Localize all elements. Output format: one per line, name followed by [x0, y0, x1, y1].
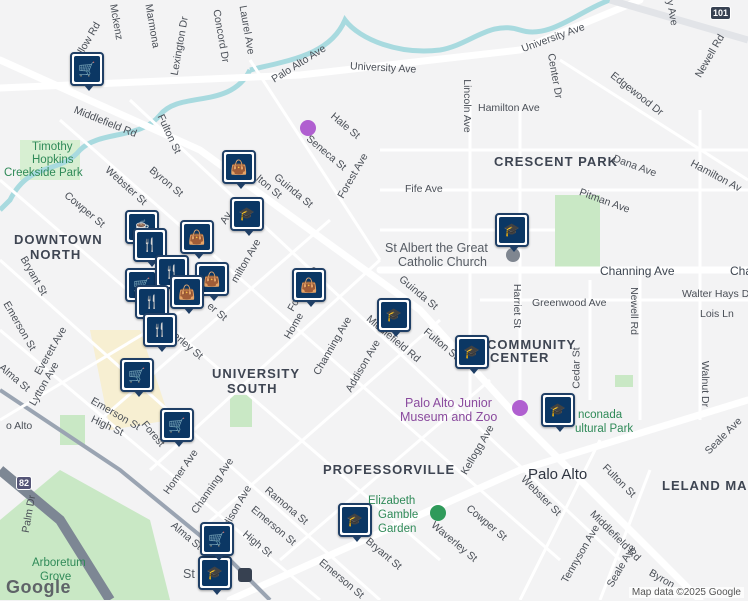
- museum-label: Museum and Zoo: [400, 410, 498, 424]
- street-label: Walnut Dr: [699, 360, 712, 408]
- graduation-cap-icon: 🎓: [346, 512, 364, 527]
- church-label: Catholic Church: [398, 255, 487, 269]
- shopping-bag-icon: 👜: [230, 158, 248, 175]
- graduation-cap-icon: 🎓: [463, 344, 481, 359]
- shopping-marker[interactable]: 👜: [292, 268, 326, 307]
- highway-shield: 101: [710, 6, 732, 20]
- street-label: Lincoln Ave: [460, 79, 473, 133]
- street-label: Harriet St: [511, 283, 524, 329]
- grocery-marker[interactable]: 🛒: [120, 358, 154, 397]
- neighborhood-label: CRESCENT PARK: [494, 154, 618, 169]
- street-label: Hamilton Ave: [478, 102, 540, 114]
- street-label: o Alto: [6, 420, 33, 432]
- street-label: Walter Hays D: [682, 288, 748, 300]
- school-marker[interactable]: 🎓: [495, 213, 529, 252]
- arboretum-label: Arboretum: [32, 557, 86, 569]
- neighborhood-label: NORTH: [30, 247, 82, 262]
- cart-icon: 🛒: [78, 60, 96, 77]
- street-label: Fife Ave: [405, 183, 443, 195]
- garden-label: Gamble: [378, 509, 419, 521]
- garden-label: Garden: [378, 523, 417, 535]
- cart-icon: 🛒: [168, 416, 186, 433]
- garden-label: Elizabeth: [368, 495, 416, 507]
- museum-icon[interactable]: [512, 400, 528, 416]
- cart-icon: 🛒: [208, 530, 226, 547]
- cart-icon: 🛒: [128, 366, 146, 383]
- neighborhood-label: CENTER: [490, 350, 550, 365]
- graduation-cap-icon: 🎓: [206, 565, 224, 580]
- park-label: ultural Park: [575, 423, 634, 435]
- graduation-cap-icon: 🎓: [503, 222, 521, 237]
- school-marker[interactable]: 🎓: [338, 503, 372, 542]
- shopping-marker[interactable]: 👜: [180, 220, 214, 259]
- restaurant-marker[interactable]: 🍴: [143, 313, 177, 352]
- church-label: St Albert the Great: [385, 241, 488, 255]
- train-icon[interactable]: [238, 568, 252, 582]
- grocery-marker[interactable]: 🛒: [200, 522, 234, 561]
- school-marker[interactable]: 🎓: [541, 393, 575, 432]
- shopping-bag-icon: 👜: [203, 270, 221, 287]
- park-area: [555, 195, 600, 270]
- city-label: Palo Alto: [528, 466, 588, 483]
- shopping-marker[interactable]: 👜: [222, 150, 256, 189]
- neighborhood-label: DOWNTOWN: [14, 232, 103, 247]
- graduation-cap-icon: 🎓: [238, 206, 256, 221]
- shopping-bag-icon: 👜: [188, 228, 206, 245]
- park-label: Creekside Park: [4, 167, 83, 179]
- fork-knife-icon: 🍴: [143, 294, 161, 309]
- park-label: Timothy: [32, 141, 73, 153]
- street-label: Cha: [730, 264, 748, 278]
- street-label: Cedar St: [570, 347, 583, 389]
- neighborhood-label: LELAND MAN: [662, 478, 748, 493]
- fork-knife-icon: 🍴: [151, 322, 169, 337]
- street-label: Newell Rd: [627, 287, 640, 335]
- grocery-marker[interactable]: 🛒: [70, 52, 104, 91]
- street-label: Greenwood Ave: [532, 297, 607, 309]
- park-label: Hopkins: [32, 154, 74, 166]
- shopping-marker[interactable]: 👜: [170, 275, 204, 314]
- street-label: Lois Ln: [700, 308, 734, 320]
- school-marker[interactable]: 🎓: [198, 556, 232, 595]
- park-label: nconada: [578, 409, 623, 421]
- street-label: Channing Ave: [600, 264, 675, 278]
- park-area: [230, 395, 252, 427]
- highway-shield: 82: [16, 476, 33, 490]
- station-label: St: [183, 567, 195, 581]
- school-marker[interactable]: 🎓: [377, 298, 411, 337]
- school-marker[interactable]: 🎓: [230, 197, 264, 236]
- shopping-bag-icon: 👜: [178, 283, 196, 300]
- graduation-cap-icon: 🎓: [549, 402, 567, 417]
- neighborhood-label: PROFESSORVILLE: [323, 462, 456, 477]
- school-marker[interactable]: 🎓: [455, 335, 489, 374]
- map-attribution[interactable]: Map data ©2025 Google: [628, 587, 744, 598]
- shopping-bag-icon: 👜: [300, 276, 318, 293]
- museum-label: Palo Alto Junior: [405, 396, 492, 410]
- garden-icon[interactable]: [430, 505, 446, 521]
- grocery-marker[interactable]: 🛒: [160, 408, 194, 447]
- neighborhood-label: UNIVERSITY: [212, 366, 301, 381]
- graduation-cap-icon: 🎓: [385, 307, 403, 322]
- google-logo[interactable]: Google: [6, 577, 71, 598]
- fork-knife-icon: 🍴: [141, 237, 159, 252]
- neighborhood-label: SOUTH: [227, 381, 278, 396]
- park-area: [615, 375, 633, 387]
- camera-icon[interactable]: [300, 120, 316, 136]
